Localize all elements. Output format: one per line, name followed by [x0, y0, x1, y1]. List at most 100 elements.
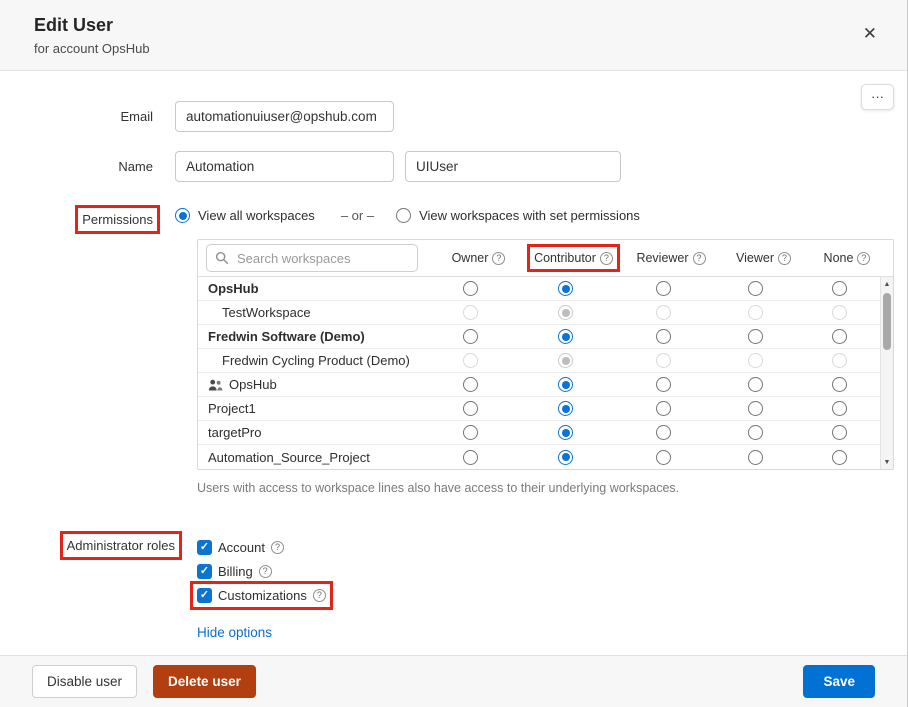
radio-reviewer[interactable]: [656, 401, 671, 416]
radio-owner[interactable]: [463, 329, 478, 344]
radio-contributor[interactable]: [558, 329, 573, 344]
radio-reviewer[interactable]: [656, 377, 671, 392]
column-header-viewer: Viewer?: [721, 251, 806, 265]
hide-options-link[interactable]: Hide options: [197, 625, 272, 640]
admin-role-label: Customizations: [218, 588, 307, 603]
workspace-name: Automation_Source_Project: [198, 450, 423, 465]
delete-user-button[interactable]: Delete user: [153, 665, 256, 698]
radio-none[interactable]: [832, 377, 847, 392]
radio-contributor[interactable]: [558, 425, 573, 440]
checkbox-icon[interactable]: ✓: [197, 588, 212, 603]
more-options-button[interactable]: ···: [861, 84, 894, 110]
view-set-permissions-radio[interactable]: [396, 208, 411, 223]
radio-none[interactable]: [832, 401, 847, 416]
radio-contributor[interactable]: [558, 401, 573, 416]
scroll-up-icon[interactable]: ▲: [884, 277, 891, 291]
radio-contributor[interactable]: [558, 353, 573, 368]
radio-reviewer[interactable]: [656, 281, 671, 296]
help-icon[interactable]: ?: [271, 541, 284, 554]
view-set-permissions-label: View workspaces with set permissions: [419, 208, 640, 223]
radio-reviewer[interactable]: [656, 425, 671, 440]
table-row: Fredwin Software (Demo): [198, 325, 880, 349]
radio-none[interactable]: [832, 425, 847, 440]
workspace-name: Fredwin Cycling Product (Demo): [198, 353, 423, 368]
admin-role-account[interactable]: ✓Account?: [197, 540, 284, 555]
table-row: targetPro: [198, 421, 880, 445]
radio-viewer[interactable]: [748, 401, 763, 416]
admin-role-billing[interactable]: ✓Billing?: [197, 564, 272, 579]
column-header-label: Reviewer: [636, 251, 688, 265]
column-header-label: Owner: [452, 251, 489, 265]
scroll-down-icon[interactable]: ▼: [884, 455, 891, 469]
scrollbar-track[interactable]: [881, 291, 893, 455]
radio-contributor[interactable]: [558, 450, 573, 465]
help-icon[interactable]: ?: [857, 252, 870, 265]
admin-roles-label: Administrator roles: [67, 538, 175, 553]
help-icon[interactable]: ?: [693, 252, 706, 265]
radio-reviewer[interactable]: [656, 353, 671, 368]
workspace-name: OpsHub: [198, 377, 423, 392]
radio-owner[interactable]: [463, 377, 478, 392]
help-icon[interactable]: ?: [492, 252, 505, 265]
radio-owner[interactable]: [463, 305, 478, 320]
workspace-search: [206, 244, 418, 272]
radio-owner[interactable]: [463, 425, 478, 440]
workspace-rows: OpsHub TestWorkspace Fredwin Software (Dem…: [198, 277, 880, 469]
radio-viewer[interactable]: [748, 329, 763, 344]
help-icon[interactable]: ?: [259, 565, 272, 578]
workspace-scrollbar[interactable]: ▲ ▼: [880, 277, 893, 469]
table-row: Automation_Source_Project: [198, 445, 880, 469]
workspace-name: Fredwin Software (Demo): [198, 329, 423, 344]
checkbox-icon[interactable]: ✓: [197, 564, 212, 579]
first-name-field[interactable]: [175, 151, 394, 182]
modal-body: ··· Email Name Permissions View all work…: [0, 71, 907, 655]
column-header-reviewer: Reviewer?: [621, 251, 721, 265]
or-text: – or –: [341, 208, 374, 223]
help-icon[interactable]: ?: [778, 252, 791, 265]
search-icon: [215, 251, 229, 265]
last-name-field[interactable]: [405, 151, 621, 182]
workspace-name: TestWorkspace: [198, 305, 423, 320]
radio-none[interactable]: [832, 353, 847, 368]
email-label: Email: [32, 101, 175, 124]
admin-role-customizations[interactable]: ✓ Customizations?: [197, 588, 326, 603]
radio-contributor[interactable]: [558, 377, 573, 392]
radio-contributor[interactable]: [558, 305, 573, 320]
radio-owner[interactable]: [463, 353, 478, 368]
radio-viewer[interactable]: [748, 425, 763, 440]
permissions-radio-group: View all workspaces – or – View workspac…: [175, 201, 640, 223]
radio-owner[interactable]: [463, 401, 478, 416]
radio-none[interactable]: [832, 305, 847, 320]
table-row: TestWorkspace: [198, 301, 880, 325]
save-button[interactable]: Save: [803, 665, 875, 698]
view-all-workspaces-radio[interactable]: [175, 208, 190, 223]
search-input[interactable]: [206, 244, 418, 272]
checkbox-icon[interactable]: ✓: [197, 540, 212, 555]
radio-owner[interactable]: [463, 281, 478, 296]
radio-reviewer[interactable]: [656, 450, 671, 465]
column-header-owner: Owner?: [431, 251, 526, 265]
column-header-label: Contributor: [534, 251, 596, 265]
radio-viewer[interactable]: [748, 450, 763, 465]
disable-user-button[interactable]: Disable user: [32, 665, 137, 698]
workspace-table-header: Owner?Contributor?Reviewer?Viewer?None?: [198, 240, 893, 277]
radio-owner[interactable]: [463, 450, 478, 465]
scrollbar-thumb[interactable]: [883, 293, 891, 350]
radio-viewer[interactable]: [748, 353, 763, 368]
radio-none[interactable]: [832, 329, 847, 344]
workspace-name: OpsHub: [198, 281, 423, 296]
radio-viewer[interactable]: [748, 305, 763, 320]
radio-viewer[interactable]: [748, 281, 763, 296]
column-header-label: Viewer: [736, 251, 774, 265]
help-icon[interactable]: ?: [600, 252, 613, 265]
radio-contributor[interactable]: [558, 281, 573, 296]
radio-none[interactable]: [832, 281, 847, 296]
help-icon[interactable]: ?: [313, 589, 326, 602]
radio-viewer[interactable]: [748, 377, 763, 392]
radio-reviewer[interactable]: [656, 329, 671, 344]
radio-reviewer[interactable]: [656, 305, 671, 320]
close-icon[interactable]: ✕: [863, 24, 877, 44]
email-field[interactable]: [175, 101, 394, 132]
radio-none[interactable]: [832, 450, 847, 465]
permissions-label: Permissions: [82, 212, 153, 227]
